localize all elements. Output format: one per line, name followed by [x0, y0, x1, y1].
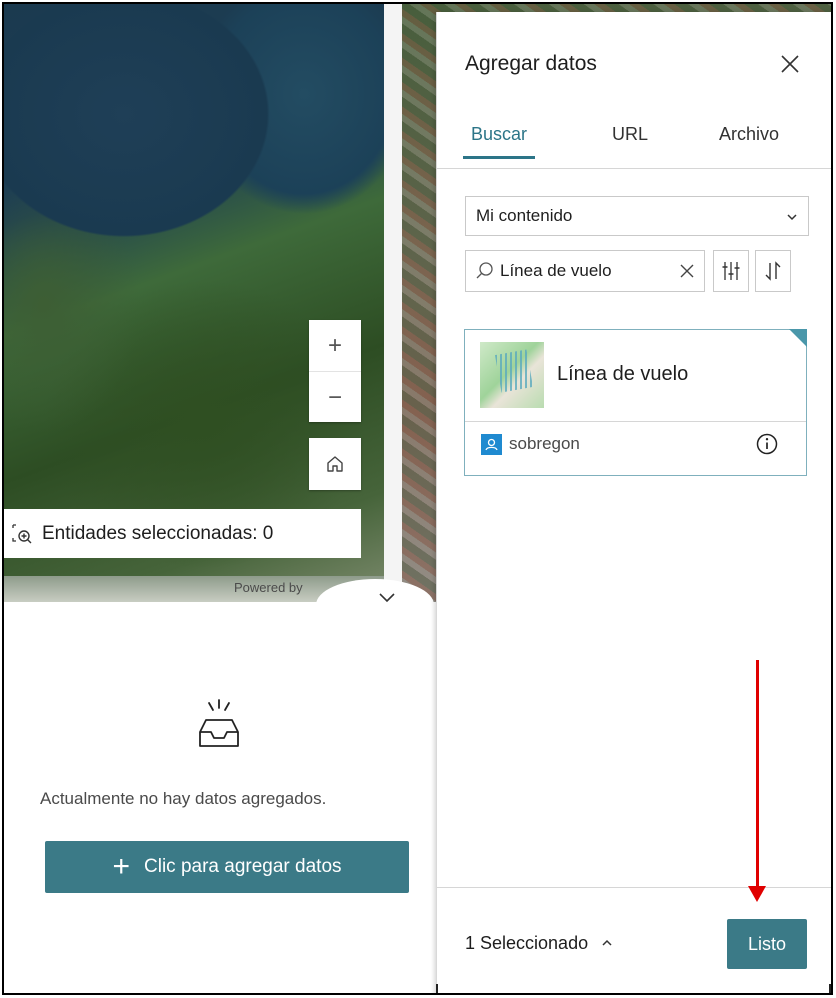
zoom-control: + −: [309, 320, 361, 422]
card-divider: [465, 421, 806, 422]
tab-buscar[interactable]: Buscar: [463, 122, 536, 159]
map-divider: [384, 4, 402, 602]
panel-title: Agregar datos: [465, 52, 597, 75]
info-icon[interactable]: [755, 432, 779, 456]
plus-icon: +: [112, 850, 131, 883]
result-owner[interactable]: sobregon: [509, 434, 580, 454]
zoom-out-button[interactable]: −: [309, 371, 361, 423]
annotation-arrow-head: [748, 886, 766, 902]
add-data-panel: Agregar datos Buscar URL Archivo Mi cont…: [436, 12, 831, 993]
annotation-arrow: [756, 660, 759, 890]
empty-tray-icon: [199, 699, 239, 747]
tab-url[interactable]: URL: [612, 122, 648, 166]
zoom-in-button[interactable]: +: [309, 320, 361, 371]
close-icon[interactable]: [776, 50, 804, 78]
home-icon: [327, 456, 343, 472]
search-input-value: Línea de vuelo: [500, 261, 612, 280]
map-attribution: Powered by: [234, 580, 303, 595]
chevron-down-icon: [379, 593, 395, 603]
add-data-button[interactable]: + Clic para agregar datos: [45, 841, 409, 893]
resize-corner-right: [817, 984, 831, 993]
result-thumbnail: [480, 342, 544, 408]
selected-count-label: 1 Seleccionado: [465, 933, 589, 953]
result-title: Línea de vuelo: [557, 363, 689, 385]
add-data-label: Clic para agregar datos: [144, 856, 342, 877]
app-frame: + − Entidades seleccionadas: 0 Powered b…: [2, 2, 833, 995]
select-zoom-icon: [10, 522, 34, 546]
sort-button[interactable]: [755, 250, 791, 292]
done-button[interactable]: Listo: [727, 919, 807, 969]
search-icon: [476, 262, 493, 279]
scope-select-value: Mi contenido: [476, 206, 573, 225]
result-card[interactable]: Línea de vuelo sobregon: [464, 329, 807, 476]
content-scope-select[interactable]: Mi contenido: [465, 196, 809, 236]
selected-features-label: Entidades seleccionadas: 0: [42, 522, 274, 544]
home-button[interactable]: [309, 438, 361, 490]
user-icon: [481, 434, 502, 455]
chevron-up-icon: [601, 935, 613, 950]
selected-corner-indicator: [789, 329, 807, 347]
filter-icon: [722, 262, 740, 280]
selected-features-indicator[interactable]: Entidades seleccionadas: 0: [4, 509, 361, 558]
chevron-down-icon: [786, 209, 798, 224]
selected-count-toggle[interactable]: 1 Seleccionado: [465, 933, 613, 954]
panel-tabs: Buscar URL Archivo: [437, 122, 831, 169]
search-input[interactable]: Línea de vuelo: [465, 250, 705, 292]
resize-corner-left: [436, 984, 450, 993]
filter-button[interactable]: [713, 250, 749, 292]
sort-icon: [765, 261, 781, 281]
panel-footer: 1 Seleccionado Listo: [437, 887, 831, 993]
tab-archivo[interactable]: Archivo: [719, 122, 779, 166]
clear-search-icon[interactable]: [678, 262, 696, 280]
empty-state-message: Actualmente no hay datos agregados.: [40, 789, 327, 808]
